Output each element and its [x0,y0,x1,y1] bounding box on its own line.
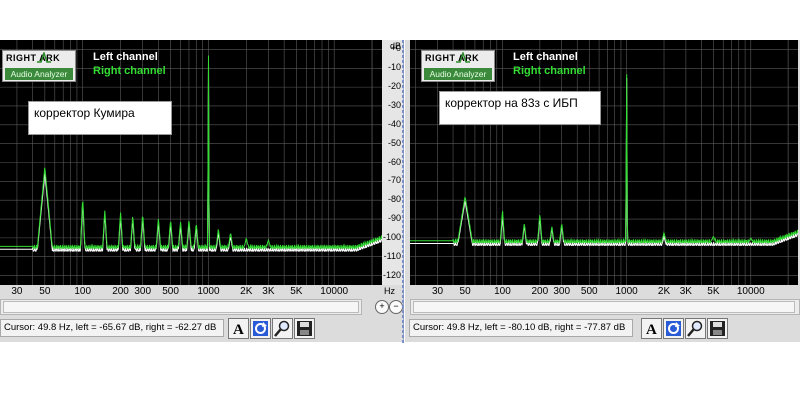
legend-left-channel: Left channel [513,51,578,63]
y-tick-label: -10 [387,62,401,73]
refresh-icon[interactable] [250,318,271,339]
legend-right-channel: Right channel [93,65,166,77]
save-disk-icon[interactable] [294,318,315,339]
x-tick-label: 1000 [615,286,638,297]
text-A-icon[interactable]: A [641,318,662,339]
y-tick-label: -80 [387,194,401,205]
x-tick-label: 100 [74,286,92,297]
zoom-in-icon[interactable]: + [375,300,389,314]
horizontal-scrollbar-right[interactable] [410,299,800,315]
y-tick-label: -70 [387,175,401,186]
y-tick-label: +0 [390,43,401,54]
x-tick-label: 3K [262,286,275,297]
x-axis-right: 30 50 100 200 300 500 1000 2K 3K 5K 10000 [410,285,798,299]
y-axis-left: dB +0 -10 -20 -30 -40 -50 -60 -70 -80 -90 -100 -110… [382,40,403,285]
cursor-readout: Cursor: 49.8 Hz, left = -65.67 dB, right… [4,322,217,333]
y-tick-label: -30 [387,99,401,110]
x-tick-label: 200 [531,286,549,297]
series-line-left-channel-chart1 [0,61,382,253]
x-tick-label: 2K [657,286,671,297]
zoom-magnifier-icon[interactable] [272,318,293,339]
legend-right-channel: Right channel [513,65,586,77]
logo-subtitle: Audio Analyzer [424,68,492,80]
y-tick-label: -50 [387,137,401,148]
x-tick-label: 10000 [736,286,765,297]
y-tick-label: -20 [387,81,401,92]
spectrum-panel-right: RIGHT ARK Audio Analyzer Left channel Ri… [405,40,800,342]
annotation-text: корректор на 83з с ИБП [445,96,578,110]
x-tick-label: 50 [459,286,471,297]
annotation-text: корректор Кумира [34,106,135,120]
y-tick-label: -120 [382,269,401,280]
x-tick-label: 300 [553,286,571,297]
annotation-box: корректор Кумира [28,101,172,135]
horizontal-scrollbar-left[interactable] [0,299,362,315]
spectrum-plot-right[interactable]: RIGHT ARK Audio Analyzer Left channel Ri… [410,40,798,285]
spectrum-panel-left: RIGHT ARK Audio Analyzer Left channel Ri… [0,40,404,342]
x-axis-unit: Hz [384,286,395,296]
x-tick-label: 5K [707,286,720,297]
x-tick-label: 1000 [197,286,220,297]
y-tick-label: -40 [387,118,401,129]
cursor-readout: Cursor: 49.8 Hz, left = -80.10 dB, right… [413,322,626,333]
annotation-box: корректор на 83з с ИБП [439,91,601,125]
x-tick-label: 50 [39,286,51,297]
cursor-status-right: Cursor: 49.8 Hz, left = -80.10 dB, right… [409,319,633,337]
x-axis-left: 30 50 100 200 300 500 1000 2K 3K 5K 10000 [0,285,382,299]
x-tick-label: 30 [11,286,23,297]
x-tick-label: 200 [112,286,129,297]
zoom-magnifier-icon[interactable] [685,318,706,339]
rightmark-logo: RIGHT ARK Audio Analyzer [421,50,495,82]
x-tick-label: 500 [580,286,598,297]
spectrum-plot-left[interactable]: RIGHT ARK Audio Analyzer Left channel Ri… [0,40,382,285]
logo-subtitle: Audio Analyzer [5,68,73,80]
refresh-icon[interactable] [663,318,684,339]
cursor-status-left: Cursor: 49.8 Hz, left = -65.67 dB, right… [0,319,224,337]
scrollbar-thumb[interactable] [3,301,359,313]
y-tick-label: -60 [387,156,401,167]
series-line-right-channel-chart1 [0,55,382,249]
x-tick-label: 500 [162,286,179,297]
x-tick-label: 2K [240,286,253,297]
x-tick-label: 100 [494,286,511,297]
x-tick-label: 10000 [320,286,349,297]
rightmark-logo: RIGHT ARK Audio Analyzer [2,50,76,82]
x-tick-label: 3K [679,286,692,297]
x-tick-label: 300 [134,286,152,297]
zoom-out-icon[interactable]: − [389,300,403,314]
svg-text:A: A [233,322,244,338]
y-tick-label: -90 [387,213,401,224]
svg-text:A: A [646,322,657,338]
y-tick-label: -110 [383,250,401,261]
x-tick-label: 5K [290,286,303,297]
x-tick-label: 30 [431,286,444,297]
panel-divider [402,40,404,344]
scrollbar-thumb[interactable] [413,301,795,313]
save-disk-icon[interactable] [707,318,728,339]
text-A-icon[interactable]: A [228,318,249,339]
y-tick-label: -100 [382,231,401,242]
legend-left-channel: Left channel [93,51,158,63]
